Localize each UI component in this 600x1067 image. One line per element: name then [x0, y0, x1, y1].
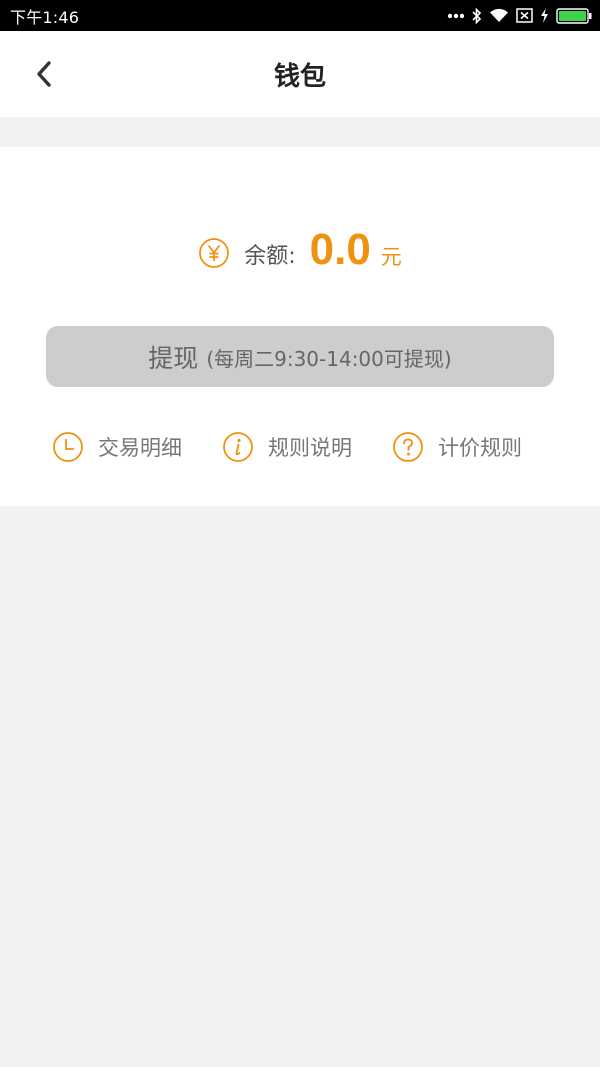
wifi-icon	[489, 8, 509, 23]
withdraw-label: 提现	[148, 343, 199, 373]
more-dots-icon	[447, 13, 465, 19]
nav-bar: 钱包	[0, 31, 600, 117]
links-row: 交易明细 规则说明 计价规则	[0, 427, 600, 467]
balance-value: 0.0	[309, 225, 371, 274]
wallet-card: 余额: 0.0 元 提现 (每周二9:30-14:00可提现) 交易明细 规则说…	[0, 147, 600, 506]
transaction-details-link[interactable]: 交易明细	[52, 427, 182, 467]
chevron-left-icon	[37, 61, 51, 87]
status-icons	[447, 7, 592, 24]
no-sim-icon	[516, 8, 533, 23]
withdraw-note: (每周二9:30-14:00可提现)	[206, 347, 452, 371]
page-title: 钱包	[273, 61, 326, 92]
balance-label: 余额:	[244, 244, 296, 269]
status-bar: 下午1:46	[0, 0, 600, 31]
back-button[interactable]	[22, 52, 66, 96]
rules-description-label: 规则说明	[268, 436, 352, 460]
info-icon	[223, 432, 253, 462]
battery-icon	[556, 7, 592, 24]
yen-circle-icon	[199, 238, 230, 268]
clock-icon	[53, 432, 83, 462]
rules-description-link[interactable]: 规则说明	[222, 427, 352, 467]
question-icon	[393, 432, 423, 462]
pricing-rules-link[interactable]: 计价规则	[392, 427, 522, 467]
status-time: 下午1:46	[10, 7, 80, 27]
pricing-rules-label: 计价规则	[438, 436, 522, 460]
balance-unit: 元	[380, 245, 402, 269]
bluetooth-icon	[472, 7, 482, 24]
withdraw-button[interactable]: 提现 (每周二9:30-14:00可提现)	[46, 326, 554, 387]
charging-bolt-icon	[540, 8, 549, 23]
transaction-details-label: 交易明细	[98, 436, 182, 460]
balance-row: 余额: 0.0 元	[0, 222, 600, 278]
